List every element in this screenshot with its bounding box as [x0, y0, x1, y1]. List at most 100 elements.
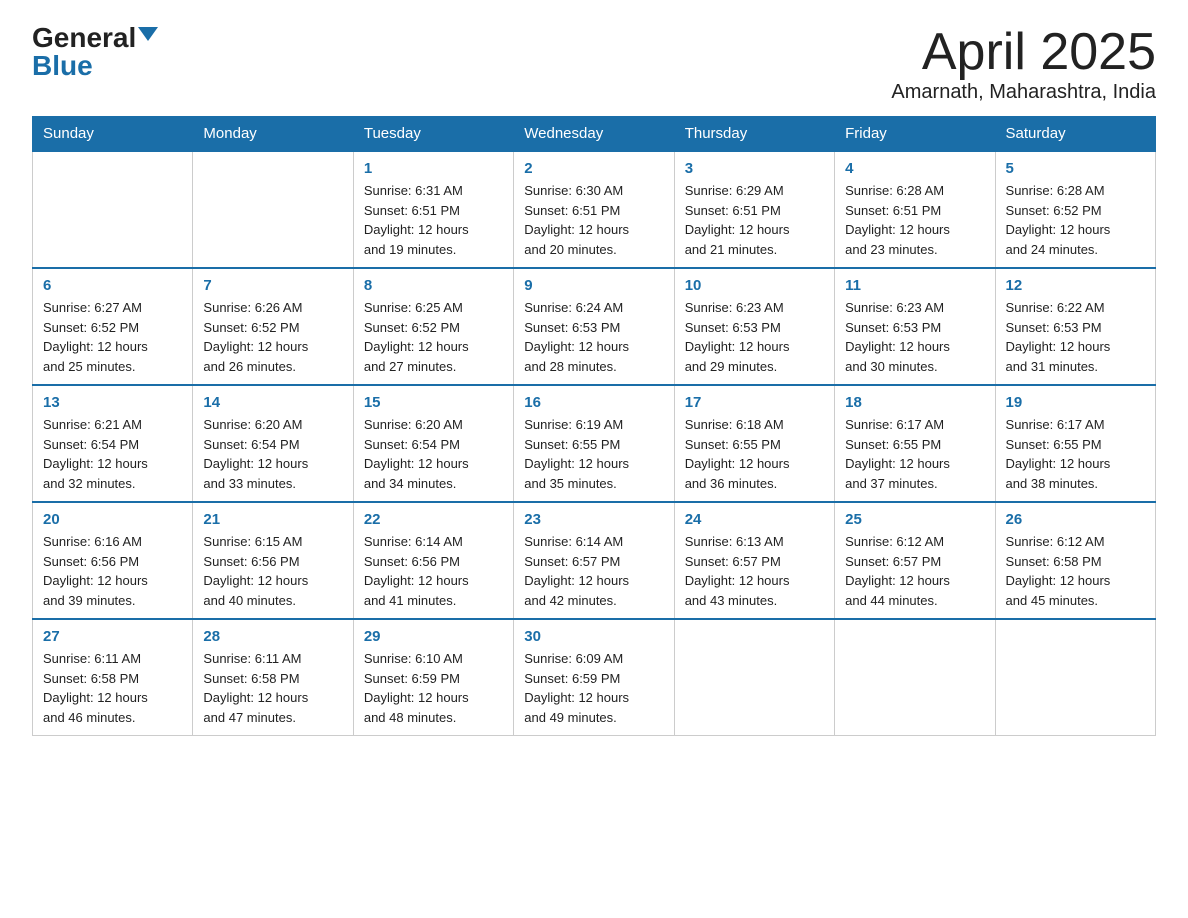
- day-number: 4: [845, 160, 984, 177]
- day-number: 21: [203, 511, 342, 528]
- month-year-title: April 2025: [891, 24, 1156, 81]
- day-info: Sunrise: 6:17 AMSunset: 6:55 PMDaylight:…: [1006, 415, 1145, 493]
- day-number: 25: [845, 511, 984, 528]
- day-info: Sunrise: 6:31 AMSunset: 6:51 PMDaylight:…: [364, 181, 503, 259]
- calendar-cell: 17 Sunrise: 6:18 AMSunset: 6:55 PMDayligh…: [674, 385, 834, 502]
- calendar-cell: 29Sunrise: 6:10 AMSunset: 6:59 PMDayligh…: [353, 619, 513, 736]
- header-day-thursday: Thursday: [674, 117, 834, 152]
- calendar-cell: 26 Sunrise: 6:12 AMSunset: 6:58 PMDayligh…: [995, 502, 1155, 619]
- day-number: 2: [524, 160, 663, 177]
- calendar-cell: 12 Sunrise: 6:22 AMSunset: 6:53 PMDayligh…: [995, 268, 1155, 385]
- header-day-monday: Monday: [193, 117, 353, 152]
- day-info: Sunrise: 6:18 AMSunset: 6:55 PMDaylight:…: [685, 415, 824, 493]
- calendar-cell: 25 Sunrise: 6:12 AMSunset: 6:57 PMDayligh…: [835, 502, 995, 619]
- day-number: 1: [364, 160, 503, 177]
- day-number: 30: [524, 628, 663, 645]
- day-number: 18: [845, 394, 984, 411]
- day-info: Sunrise: 6:11 AMSunset: 6:58 PMDaylight:…: [203, 649, 342, 727]
- day-number: 19: [1006, 394, 1145, 411]
- day-info: Sunrise: 6:14 AMSunset: 6:57 PMDaylight:…: [524, 532, 663, 610]
- day-info: Sunrise: 6:27 AMSunset: 6:52 PMDaylight:…: [43, 298, 182, 376]
- day-number: 17: [685, 394, 824, 411]
- calendar-week-row: 1 Sunrise: 6:31 AMSunset: 6:51 PMDaylight…: [33, 151, 1156, 268]
- day-number: 24: [685, 511, 824, 528]
- page-header: General Blue April 2025 Amarnath, Mahara…: [32, 24, 1156, 104]
- calendar-cell: 4 Sunrise: 6:28 AMSunset: 6:51 PMDaylight…: [835, 151, 995, 268]
- logo: General Blue: [32, 24, 158, 80]
- day-info: Sunrise: 6:10 AMSunset: 6:59 PMDaylight:…: [364, 649, 503, 727]
- day-info: Sunrise: 6:28 AMSunset: 6:51 PMDaylight:…: [845, 181, 984, 259]
- day-number: 15: [364, 394, 503, 411]
- calendar-cell: 10 Sunrise: 6:23 AMSunset: 6:53 PMDayligh…: [674, 268, 834, 385]
- calendar-cell: 24 Sunrise: 6:13 AMSunset: 6:57 PMDayligh…: [674, 502, 834, 619]
- logo-blue-text: Blue: [32, 52, 93, 80]
- calendar-cell: [193, 151, 353, 268]
- day-number: 5: [1006, 160, 1145, 177]
- calendar-header-row: SundayMondayTuesdayWednesdayThursdayFrid…: [33, 117, 1156, 152]
- calendar-cell: 27Sunrise: 6:11 AMSunset: 6:58 PMDayligh…: [33, 619, 193, 736]
- day-number: 23: [524, 511, 663, 528]
- calendar-cell: [674, 619, 834, 736]
- calendar-cell: 15 Sunrise: 6:20 AMSunset: 6:54 PMDayligh…: [353, 385, 513, 502]
- calendar-cell: 18 Sunrise: 6:17 AMSunset: 6:55 PMDayligh…: [835, 385, 995, 502]
- day-number: 3: [685, 160, 824, 177]
- calendar-week-row: 27Sunrise: 6:11 AMSunset: 6:58 PMDayligh…: [33, 619, 1156, 736]
- day-info: Sunrise: 6:11 AMSunset: 6:58 PMDaylight:…: [43, 649, 182, 727]
- day-number: 22: [364, 511, 503, 528]
- day-info: Sunrise: 6:17 AMSunset: 6:55 PMDaylight:…: [845, 415, 984, 493]
- logo-general-text: General: [32, 24, 136, 52]
- day-number: 10: [685, 277, 824, 294]
- day-info: Sunrise: 6:12 AMSunset: 6:58 PMDaylight:…: [1006, 532, 1145, 610]
- day-info: Sunrise: 6:23 AMSunset: 6:53 PMDaylight:…: [685, 298, 824, 376]
- calendar-week-row: 13Sunrise: 6:21 AMSunset: 6:54 PMDayligh…: [33, 385, 1156, 502]
- calendar-week-row: 6Sunrise: 6:27 AMSunset: 6:52 PMDaylight…: [33, 268, 1156, 385]
- calendar-cell: 16Sunrise: 6:19 AMSunset: 6:55 PMDayligh…: [514, 385, 674, 502]
- calendar-cell: 9 Sunrise: 6:24 AMSunset: 6:53 PMDaylight…: [514, 268, 674, 385]
- day-number: 12: [1006, 277, 1145, 294]
- calendar-cell: 20Sunrise: 6:16 AMSunset: 6:56 PMDayligh…: [33, 502, 193, 619]
- day-info: Sunrise: 6:24 AMSunset: 6:53 PMDaylight:…: [524, 298, 663, 376]
- calendar-cell: 21Sunrise: 6:15 AMSunset: 6:56 PMDayligh…: [193, 502, 353, 619]
- day-info: Sunrise: 6:25 AMSunset: 6:52 PMDaylight:…: [364, 298, 503, 376]
- day-info: Sunrise: 6:28 AMSunset: 6:52 PMDaylight:…: [1006, 181, 1145, 259]
- day-info: Sunrise: 6:21 AMSunset: 6:54 PMDaylight:…: [43, 415, 182, 493]
- calendar-cell: 22 Sunrise: 6:14 AMSunset: 6:56 PMDayligh…: [353, 502, 513, 619]
- day-number: 20: [43, 511, 182, 528]
- day-number: 11: [845, 277, 984, 294]
- day-number: 8: [364, 277, 503, 294]
- calendar-cell: 6Sunrise: 6:27 AMSunset: 6:52 PMDaylight…: [33, 268, 193, 385]
- title-block: April 2025 Amarnath, Maharashtra, India: [891, 24, 1156, 104]
- calendar-cell: [33, 151, 193, 268]
- calendar-cell: [995, 619, 1155, 736]
- calendar-week-row: 20Sunrise: 6:16 AMSunset: 6:56 PMDayligh…: [33, 502, 1156, 619]
- header-day-saturday: Saturday: [995, 117, 1155, 152]
- day-info: Sunrise: 6:23 AMSunset: 6:53 PMDaylight:…: [845, 298, 984, 376]
- calendar-cell: 19 Sunrise: 6:17 AMSunset: 6:55 PMDayligh…: [995, 385, 1155, 502]
- calendar-cell: 13Sunrise: 6:21 AMSunset: 6:54 PMDayligh…: [33, 385, 193, 502]
- day-number: 28: [203, 628, 342, 645]
- day-info: Sunrise: 6:20 AMSunset: 6:54 PMDaylight:…: [203, 415, 342, 493]
- day-info: Sunrise: 6:20 AMSunset: 6:54 PMDaylight:…: [364, 415, 503, 493]
- calendar-cell: 8 Sunrise: 6:25 AMSunset: 6:52 PMDaylight…: [353, 268, 513, 385]
- location-subtitle: Amarnath, Maharashtra, India: [891, 81, 1156, 104]
- calendar-cell: 28 Sunrise: 6:11 AMSunset: 6:58 PMDayligh…: [193, 619, 353, 736]
- day-number: 26: [1006, 511, 1145, 528]
- day-info: Sunrise: 6:26 AMSunset: 6:52 PMDaylight:…: [203, 298, 342, 376]
- day-info: Sunrise: 6:12 AMSunset: 6:57 PMDaylight:…: [845, 532, 984, 610]
- day-number: 9: [524, 277, 663, 294]
- day-info: Sunrise: 6:22 AMSunset: 6:53 PMDaylight:…: [1006, 298, 1145, 376]
- day-info: Sunrise: 6:19 AMSunset: 6:55 PMDaylight:…: [524, 415, 663, 493]
- calendar-cell: 3 Sunrise: 6:29 AMSunset: 6:51 PMDaylight…: [674, 151, 834, 268]
- day-info: Sunrise: 6:13 AMSunset: 6:57 PMDaylight:…: [685, 532, 824, 610]
- day-info: Sunrise: 6:29 AMSunset: 6:51 PMDaylight:…: [685, 181, 824, 259]
- day-number: 14: [203, 394, 342, 411]
- day-number: 7: [203, 277, 342, 294]
- header-day-wednesday: Wednesday: [514, 117, 674, 152]
- calendar-cell: 30Sunrise: 6:09 AMSunset: 6:59 PMDayligh…: [514, 619, 674, 736]
- day-info: Sunrise: 6:30 AMSunset: 6:51 PMDaylight:…: [524, 181, 663, 259]
- calendar-cell: 1 Sunrise: 6:31 AMSunset: 6:51 PMDaylight…: [353, 151, 513, 268]
- header-day-friday: Friday: [835, 117, 995, 152]
- logo-triangle-icon: [138, 27, 158, 41]
- day-info: Sunrise: 6:14 AMSunset: 6:56 PMDaylight:…: [364, 532, 503, 610]
- calendar-cell: 23 Sunrise: 6:14 AMSunset: 6:57 PMDayligh…: [514, 502, 674, 619]
